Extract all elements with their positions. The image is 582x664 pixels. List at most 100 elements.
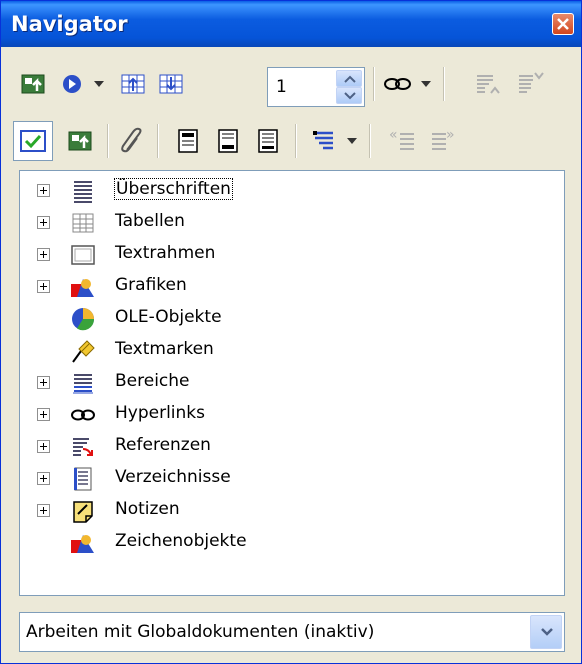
toggle-content-icon (68, 131, 92, 151)
promote-chapter-icon (477, 75, 500, 94)
drawing-objects-icon (71, 535, 94, 553)
references-icon (73, 438, 93, 456)
text-frame-icon (71, 245, 95, 265)
tree-item-label: Grafiken (115, 275, 187, 295)
tree-item-label: Textmarken (115, 339, 214, 359)
chevron-down-icon (541, 628, 553, 636)
header-icon (178, 129, 198, 153)
hyperlink-drag-mode-icon (384, 78, 411, 90)
expand-icon[interactable] (37, 184, 50, 197)
edit-button[interactable] (115, 124, 149, 158)
demote-chapter-icon (519, 72, 544, 93)
tree-item-ole-objekte[interactable]: OLE-Objekte (20, 303, 560, 335)
graphics-icon (71, 279, 94, 297)
tree-item-textrahmen[interactable]: Textrahmen (20, 239, 560, 271)
tree-item-label: Hyperlinks (115, 403, 206, 423)
drag-mode-dropdown-arrow[interactable] (421, 81, 431, 87)
previous-object-button[interactable] (116, 67, 150, 101)
anchor-endnote-button[interactable] (251, 124, 285, 158)
spin-up-button[interactable] (336, 70, 362, 87)
navigation-toggle-button[interactable] (17, 67, 51, 101)
footer-button[interactable] (211, 124, 245, 158)
toolbar-separator (157, 124, 159, 158)
tree-item-label: Referenzen (115, 435, 211, 455)
tree-item-grafiken[interactable]: Grafiken (20, 271, 560, 303)
dropdown-button[interactable] (530, 615, 562, 649)
tree-item-label: Notizen (115, 499, 180, 519)
expand-icon[interactable] (37, 216, 50, 229)
chevron-down-icon (344, 92, 356, 100)
anchor-endnote-icon (258, 129, 278, 153)
paperclip-icon (121, 127, 142, 153)
toolbar-separator (443, 67, 445, 101)
comments-icon (73, 501, 93, 523)
document-select[interactable]: Arbeiten mit Globaldokumenten (inaktiv) (19, 612, 565, 652)
expand-icon[interactable] (37, 280, 50, 293)
expand-icon[interactable] (37, 504, 50, 517)
expand-icon[interactable] (37, 408, 50, 421)
toolbar-separator (373, 67, 375, 101)
demote-level-icon: » (432, 127, 455, 150)
expand-icon[interactable] (37, 440, 50, 453)
navigation-button[interactable] (57, 67, 91, 101)
next-object-icon (159, 74, 183, 94)
tree-item-tabellen[interactable]: Tabellen (20, 207, 560, 239)
previous-object-icon (121, 74, 145, 94)
drag-mode-button[interactable] (381, 67, 415, 101)
headings-icon (74, 181, 92, 203)
toolbar-separator (369, 124, 371, 158)
next-object-button[interactable] (154, 67, 188, 101)
demote-level-button[interactable]: » (426, 124, 460, 158)
tree-item-label: Verzeichnisse (115, 467, 231, 487)
toolbar-separator (107, 124, 109, 158)
title-bar[interactable]: Navigator (1, 1, 581, 47)
tree-item-verzeichnisse[interactable]: Verzeichnisse (20, 463, 560, 495)
svg-text:«: « (389, 127, 398, 143)
indexes-icon (74, 467, 92, 491)
content-tree[interactable]: Überschriften Tabellen Textrahmen Grafik… (19, 170, 565, 596)
tree-item-label: Bereiche (115, 371, 190, 391)
content-view-icon (20, 130, 46, 152)
tree-item-bereiche[interactable]: Bereiche (20, 367, 560, 399)
tree-item-label: Überschriften (114, 178, 233, 200)
sections-icon (73, 374, 93, 394)
content-view-button[interactable] (13, 121, 53, 161)
tree-item-textmarken[interactable]: Textmarken (20, 335, 560, 367)
tree-item-zeichenobjekte[interactable]: Zeichenobjekte (20, 527, 560, 559)
expand-icon[interactable] (37, 472, 50, 485)
heading-levels-button[interactable] (309, 124, 343, 158)
promote-chapter-button[interactable] (471, 67, 505, 101)
heading-levels-dropdown-arrow[interactable] (347, 138, 357, 144)
toolbar-separator (295, 124, 297, 158)
promote-level-button[interactable]: « (386, 124, 420, 158)
hyperlink-icon (71, 409, 95, 421)
ole-object-icon (72, 308, 95, 331)
close-icon (557, 18, 569, 30)
page-number-stepper[interactable]: 1 (267, 67, 365, 107)
expand-icon[interactable] (37, 376, 50, 389)
svg-text:»: » (446, 127, 455, 143)
footer-icon (218, 129, 238, 153)
tree-item-hyperlinks[interactable]: Hyperlinks (20, 399, 560, 431)
header-button[interactable] (171, 124, 205, 158)
navigation-dropdown-arrow[interactable] (94, 81, 104, 87)
toolbar-bottom: « » (1, 116, 581, 166)
heading-levels-icon (313, 131, 333, 150)
expand-icon[interactable] (37, 248, 50, 261)
table-icon (72, 213, 94, 233)
spin-down-button[interactable] (336, 87, 362, 104)
navigation-toggle-icon (21, 74, 45, 94)
tree-item-label: Zeichenobjekte (115, 531, 247, 551)
tree-item-notizen[interactable]: Notizen (20, 495, 560, 527)
tree-item-referenzen[interactable]: Referenzen (20, 431, 560, 463)
bookmark-icon (72, 340, 95, 363)
tree-item-ueberschriften[interactable]: Überschriften (20, 175, 560, 207)
chevron-up-icon (344, 75, 356, 83)
navigator-window: Navigator 1 « » Überschriften Tabellen T… (0, 0, 582, 664)
close-button[interactable] (552, 13, 574, 35)
tree-item-label: OLE-Objekte (115, 307, 222, 327)
tree-item-label: Tabellen (115, 211, 185, 231)
demote-chapter-button[interactable] (513, 67, 547, 101)
page-number-value[interactable]: 1 (276, 77, 287, 97)
toggle-button[interactable] (64, 124, 98, 158)
